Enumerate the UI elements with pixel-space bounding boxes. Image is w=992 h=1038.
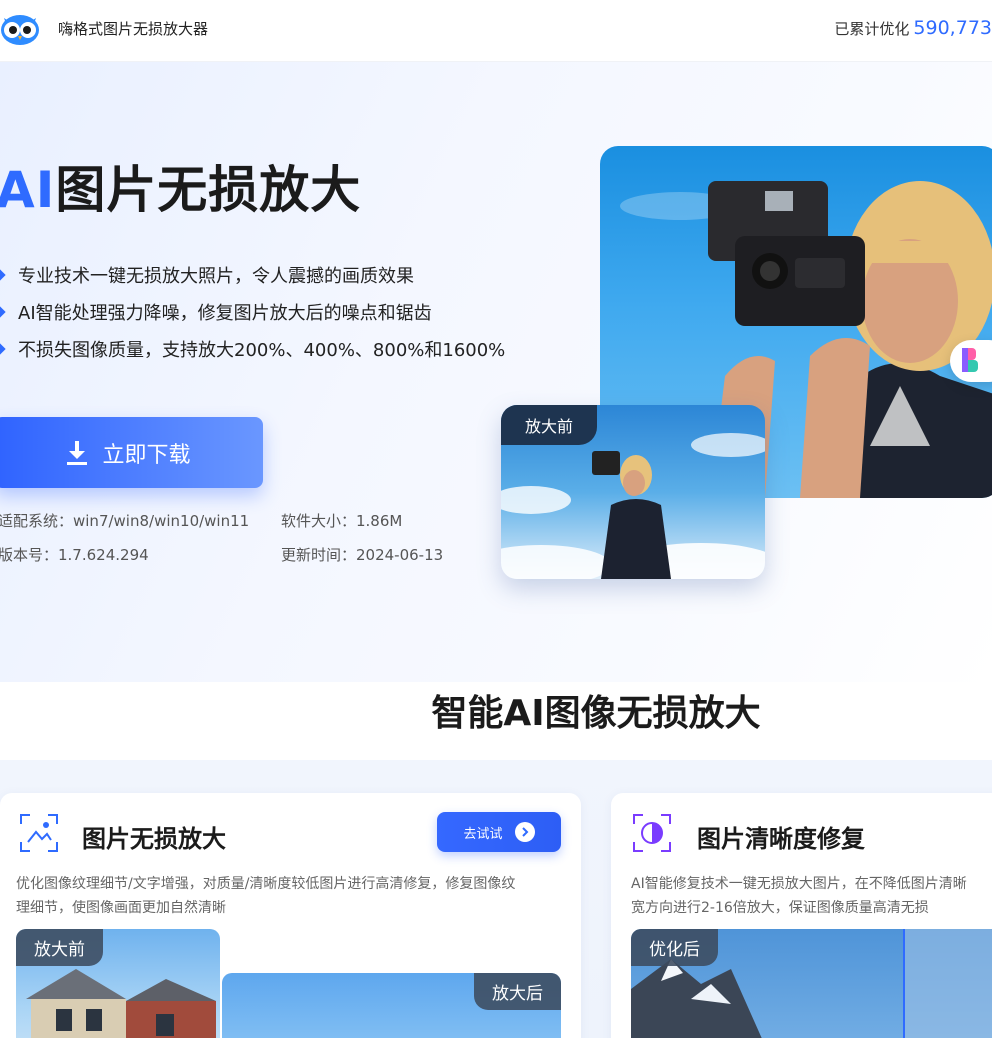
floating-app-badge[interactable] [950, 340, 992, 382]
version-info: 版本号：1.7.624.294 [0, 546, 149, 564]
b-app-icon [962, 348, 978, 372]
desc-line: 优化图像纹理细节/文字增强，对质量/清晰度较低图片进行高清修复，修复图像纹 [16, 876, 516, 892]
diamond-bullet-icon [0, 305, 6, 318]
sharpen-icon [633, 814, 671, 852]
try-button[interactable]: 去试试 [437, 812, 561, 852]
after-image: 放大后 [222, 973, 561, 1038]
feature-bullets: 专业技术一键无损放大照片，令人震撼的画质效果 AI智能处理强力降噪，修复图片放大… [0, 256, 505, 367]
section-title: 智能AI图像无损放大 [431, 693, 761, 734]
download-label: 立即下载 [102, 442, 191, 468]
diamond-bullet-icon [0, 342, 6, 355]
diamond-bullet-icon [0, 268, 6, 281]
before-tag: 放大前 [501, 405, 598, 445]
desc-line: 宽方向进行2-16倍放大，保证图像质量高清无损 [631, 900, 929, 916]
hero-photo-before: 放大前 [501, 405, 765, 579]
desc-line: 理细节，使图像画面更加自然清晰 [16, 900, 226, 916]
hero-title: AI图片无损放大 [0, 150, 361, 222]
brand-name[interactable]: 嗨格式图片无损放大器 [58, 18, 208, 39]
counter-label: 已累计优化 [834, 20, 910, 38]
feature-card-sharpen: 图片清晰度修复 AI智能修复技术一键无损放大图片，在不降低图片清晰 宽方向进行2… [611, 793, 992, 1038]
owl-logo-icon[interactable] [0, 10, 40, 46]
download-icon [67, 440, 88, 465]
top-header: 嗨格式图片无损放大器 已累计优化 590,773 [0, 0, 992, 62]
hero-title-ai: AI [0, 161, 56, 219]
arrow-right-icon [514, 822, 535, 842]
image-upscale-icon [20, 814, 58, 852]
after-tag-small: 放大后 [474, 973, 561, 1010]
before-tag-small: 放大前 [16, 929, 103, 966]
size-info: 软件大小：1.86M [281, 512, 403, 530]
system-info: 适配系统：win7/win8/win10/win11 [0, 512, 250, 530]
bullet-text: AI智能处理强力降噪，修复图片放大后的噪点和锯齿 [18, 302, 432, 324]
card-desc-upscale: 优化图像纹理细节/文字增强，对质量/清晰度较低图片进行高清修复，修复图像纹 理细… [16, 872, 566, 920]
card-title-sharpen: 图片清晰度修复 [697, 825, 865, 853]
before-image: 放大前 [16, 929, 220, 1038]
bullet-item: AI智能处理强力降噪，修复图片放大后的噪点和锯齿 [0, 293, 505, 330]
try-label: 去试试 [463, 826, 503, 842]
update-info: 更新时间：2024-06-13 [281, 546, 444, 564]
hero-title-rest: 图片无损放大 [55, 161, 362, 219]
download-button[interactable]: 立即下载 [0, 417, 263, 488]
counter-value: 590,773 [913, 17, 992, 39]
bullet-item: 不损失图像质量，支持放大200%、400%、800%和1600% [0, 330, 505, 367]
optimization-counter: 已累计优化 590,773 [834, 17, 992, 39]
optimized-tag: 优化后 [631, 929, 718, 966]
card-title-upscale: 图片无损放大 [82, 825, 226, 853]
bullet-item: 专业技术一键无损放大照片，令人震撼的画质效果 [0, 256, 505, 293]
card-desc-sharpen: AI智能修复技术一键无损放大图片，在不降低图片清晰 宽方向进行2-16倍放大，保… [631, 872, 992, 920]
feature-card-upscale: 图片无损放大 去试试 优化图像纹理细节/文字增强，对质量/清晰度较低图片进行高清… [0, 793, 581, 1038]
desc-line: AI智能修复技术一键无损放大图片，在不降低图片清晰 [631, 876, 967, 892]
bullet-text: 专业技术一键无损放大照片，令人震撼的画质效果 [18, 265, 414, 287]
optimized-image: 优化后 [631, 929, 992, 1038]
bullet-text: 不损失图像质量，支持放大200%、400%、800%和1600% [18, 339, 506, 361]
